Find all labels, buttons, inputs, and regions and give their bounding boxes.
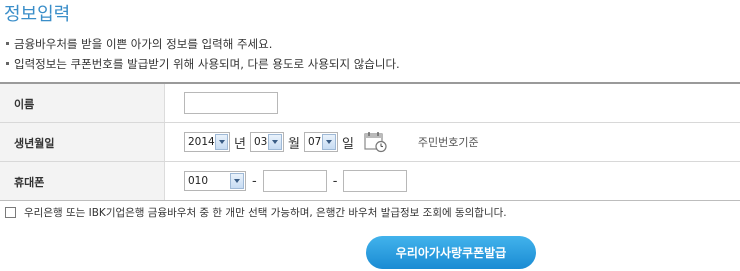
birth-field-cell: 2014 년 03 월 07 일 주민번호기준 (184, 123, 479, 161)
notice-text: 금융바우처를 받을 이쁜 아가의 정보를 입력해 주세요. (14, 37, 273, 51)
chevron-down-icon (267, 134, 282, 150)
phone-label-cell: 휴대폰 (0, 162, 165, 200)
agreement: 우리은행 또는 IBK기업은행 금융바우처 중 한 개만 선택 가능하며, 은행… (5, 205, 507, 220)
birth-year-value: 2014 (188, 136, 215, 148)
name-field-cell (184, 84, 278, 122)
phone-last-input[interactable] (343, 170, 408, 192)
phone-label: 휴대폰 (14, 176, 45, 189)
name-label-cell: 이름 (0, 84, 165, 122)
phone-separator: - (332, 173, 338, 189)
name-label: 이름 (14, 98, 35, 111)
bullet-icon (6, 41, 9, 45)
name-input[interactable] (184, 92, 278, 114)
agreement-text: 우리은행 또는 IBK기업은행 금융바우처 중 한 개만 선택 가능하며, 은행… (24, 207, 507, 219)
birth-month-value: 03 (253, 136, 268, 148)
phone-row: 휴대폰 010 - - (0, 162, 740, 201)
agreement-checkbox[interactable] (5, 207, 16, 218)
birth-row: 생년월일 2014 년 03 월 07 일 주민번호기준 (0, 123, 740, 162)
chevron-down-icon (214, 134, 228, 150)
notice-1: 금융바우처를 받을 이쁜 아가의 정보를 입력해 주세요. (4, 36, 272, 52)
name-row: 이름 (0, 84, 740, 123)
phone-prefix-select[interactable]: 010 (184, 171, 246, 191)
birth-day-value: 07 (307, 136, 322, 148)
info-form: 이름 생년월일 2014 년 03 월 07 일 주민번호기준 휴대폰 010 … (0, 82, 740, 201)
phone-separator: - (252, 173, 257, 189)
page-title: 정보입력 (4, 4, 71, 25)
month-unit: 월 (287, 136, 300, 152)
chevron-down-icon (321, 134, 336, 150)
birth-label: 생년월일 (14, 137, 55, 150)
birth-note: 주민번호기준 (417, 136, 479, 149)
notice-2: 입력정보는 쿠폰번호를 발급받기 위해 사용되며, 다른 용도로 사용되지 않습… (4, 56, 400, 72)
phone-middle-input[interactable] (262, 170, 327, 192)
chevron-down-icon (230, 173, 244, 189)
year-unit: 년 (234, 136, 246, 152)
birth-month-select[interactable]: 03 (249, 132, 284, 152)
notice-text: 입력정보는 쿠폰번호를 발급받기 위해 사용되며, 다른 용도로 사용되지 않습… (14, 57, 400, 71)
day-unit: 일 (341, 136, 354, 152)
phone-field-cell: 010 - - (184, 162, 408, 200)
submit-coupon-button[interactable]: 우리아가사랑쿠폰발급 (366, 236, 536, 269)
phone-prefix-value: 010 (188, 175, 209, 187)
bullet-icon (6, 61, 9, 65)
birth-day-select[interactable]: 07 (303, 132, 338, 152)
birth-label-cell: 생년월일 (0, 123, 165, 161)
birth-year-select[interactable]: 2014 (184, 132, 230, 152)
calendar-icon[interactable] (364, 131, 388, 153)
